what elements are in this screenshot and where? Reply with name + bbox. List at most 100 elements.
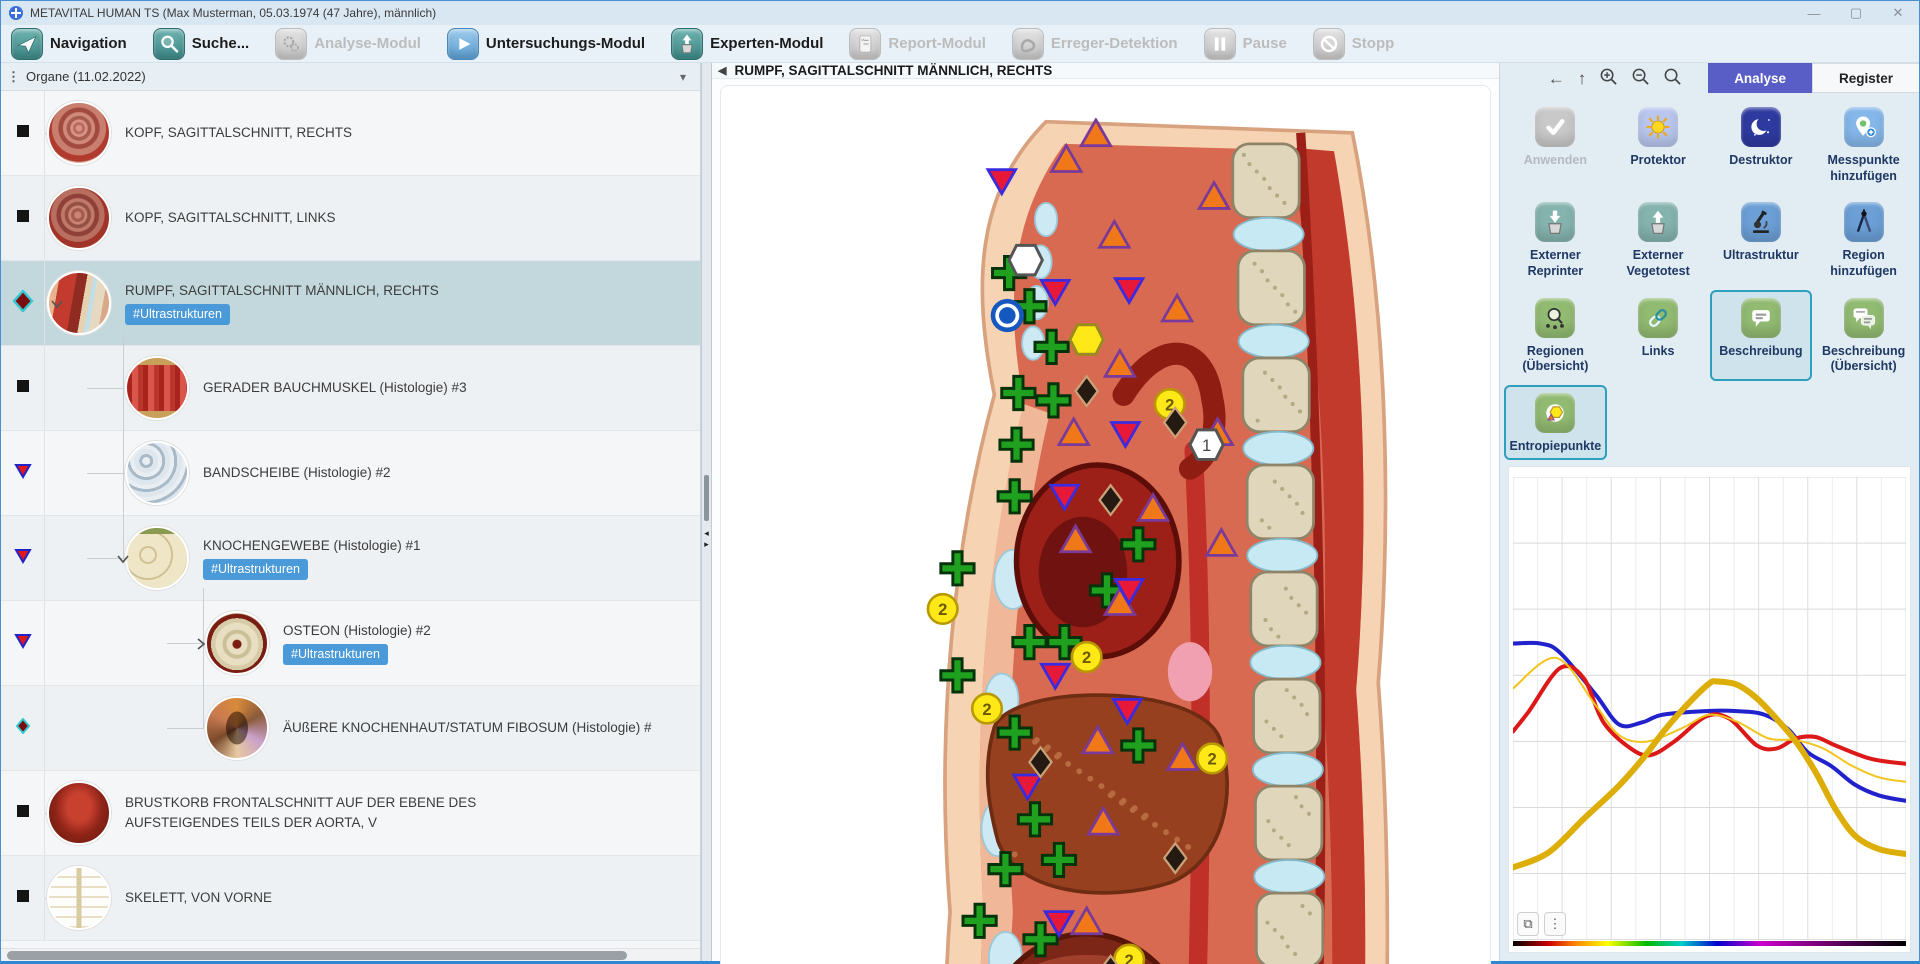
- toolbar-item-untersuchungs-modul[interactable]: Untersuchungs-Modul: [447, 28, 645, 60]
- anatomy-illustration[interactable]: 2222222211: [736, 118, 1474, 964]
- marker-square-icon: [16, 889, 30, 908]
- tree-row[interactable]: BANDSCHEIBE (Histologie) #2: [1, 431, 700, 516]
- close-button[interactable]: ✕: [1877, 1, 1919, 25]
- button-regionen-übersicht-[interactable]: Regionen (Übersicht): [1504, 290, 1607, 381]
- button-label: Beschreibung: [1719, 344, 1802, 360]
- row-marker-cell: [1, 261, 45, 345]
- expander-collapse-icon[interactable]: [115, 551, 131, 572]
- maximize-button[interactable]: ▢: [1835, 1, 1877, 25]
- button-externer-vegetotest[interactable]: Externer Vegetotest: [1607, 194, 1710, 285]
- button-entropiepunkte[interactable]: Entropiepunkte: [1504, 385, 1607, 461]
- anatomy-view-title: RUMPF, SAGITTALSCHNITT MÄNNLICH, RECHTS: [734, 63, 1052, 78]
- button-links[interactable]: Links: [1607, 290, 1710, 381]
- row-marker-cell: [1, 91, 45, 175]
- tree-row[interactable]: SKELETT, VON VORNE: [1, 856, 700, 941]
- tree-row[interactable]: KOPF, SAGITTALSCHNITT, RECHTS: [1, 91, 700, 176]
- marker-target[interactable]: [991, 298, 1024, 331]
- button-beschreibung[interactable]: Beschreibung: [1710, 290, 1813, 381]
- splitter-grip[interactable]: [704, 475, 709, 521]
- button-label: Messpunkte hinzufügen: [1816, 153, 1911, 184]
- marker-hex1[interactable]: 1: [1190, 429, 1223, 459]
- button-beschreibung-übersicht-[interactable]: Beschreibung (Übersicht): [1812, 290, 1915, 381]
- title-bar: METAVITAL HUMAN TS (Max Musterman, 05.03…: [1, 1, 1919, 25]
- drag-handle-icon[interactable]: ⋮: [7, 69, 18, 85]
- organ-thumbnail-perio: [205, 696, 269, 760]
- button-label: Destruktor: [1729, 153, 1792, 169]
- zoom-out-icon[interactable]: [1631, 67, 1650, 89]
- button-region-hinzufügen[interactable]: Region hinzufügen: [1812, 194, 1915, 285]
- toolbar-label: Suche...: [192, 35, 250, 52]
- minimize-button[interactable]: —: [1793, 1, 1835, 25]
- horizontal-scrollbar[interactable]: [1, 948, 700, 961]
- organ-name: RUMPF, SAGITTALSCHNITT MÄNNLICH, RECHTS: [125, 281, 439, 301]
- collapse-left-icon[interactable]: ◂: [704, 529, 709, 538]
- tree-row-label: ÄUßERE KNOCHENHAUT/STATUM FIBOSUM (Histo…: [283, 718, 652, 738]
- marker-circ2[interactable]: 2: [928, 594, 958, 624]
- tab-analyse[interactable]: Analyse: [1708, 63, 1812, 93]
- toolbar-item-experten-modul[interactable]: Experten-Modul: [671, 28, 823, 60]
- organ-thumbnail-brain2: [47, 186, 111, 250]
- button-label: Protektor: [1630, 153, 1686, 169]
- tree-row[interactable]: RUMPF, SAGITTALSCHNITT MÄNNLICH, RECHTS #…: [1, 261, 700, 346]
- toolbar-item-suche[interactable]: Suche...: [153, 28, 250, 60]
- organ-thumbnail-bone: [125, 526, 189, 590]
- button-label: Externer Reprinter: [1508, 248, 1603, 279]
- collapse-header-icon[interactable]: ◀: [718, 64, 726, 77]
- button-ultrastruktur[interactable]: Ultrastruktur: [1710, 194, 1813, 285]
- toolbar-label: Untersuchungs-Modul: [486, 35, 645, 52]
- tree-row[interactable]: ÄUßERE KNOCHENHAUT/STATUM FIBOSUM (Histo…: [1, 686, 700, 771]
- speech-bubbles-icon: [1844, 298, 1884, 338]
- marker-hexw[interactable]: [1010, 245, 1043, 275]
- chart-export-button[interactable]: ⧉: [1517, 912, 1539, 936]
- panel-splitter[interactable]: ◂ ▸: [701, 63, 712, 961]
- organ-name: BRUSTKORB FRONTALSCHNITT AUF DER EBENE D…: [125, 793, 555, 832]
- stop-icon: [1313, 28, 1345, 60]
- marker-hexy[interactable]: [1070, 324, 1103, 354]
- toolbar-label: Stopp: [1352, 35, 1395, 52]
- tree-row[interactable]: KOPF, SAGITTALSCHNITT, LINKS: [1, 176, 700, 261]
- button-anwenden[interactable]: Anwenden: [1504, 99, 1607, 190]
- microscope-icon: [1741, 202, 1781, 242]
- app-logo-icon: [9, 6, 23, 20]
- expander-expand-icon[interactable]: [193, 636, 209, 657]
- up-arrow-icon[interactable]: ↑: [1578, 70, 1587, 87]
- organ-name: OSTEON (Histologie) #2: [283, 621, 431, 641]
- button-externer-reprinter[interactable]: Externer Reprinter: [1504, 194, 1607, 285]
- row-marker-cell: [1, 516, 45, 600]
- tab-register[interactable]: Register: [1812, 63, 1919, 93]
- zoom-in-icon[interactable]: [1599, 67, 1618, 89]
- organ-thumbnail-disc: [125, 441, 189, 505]
- search-icon[interactable]: [1663, 67, 1682, 89]
- marker-circ2[interactable]: 2: [1115, 944, 1145, 964]
- toolbar-label: Experten-Modul: [710, 35, 823, 52]
- organ-tree: KOPF, SAGITTALSCHNITT, RECHTS KOPF, SAGIT…: [1, 91, 700, 948]
- organ-name: GERADER BAUCHMUSKEL (Histologie) #3: [203, 378, 467, 398]
- back-arrow-icon[interactable]: ←: [1548, 70, 1565, 87]
- tree-row[interactable]: BRUSTKORB FRONTALSCHNITT AUF DER EBENE D…: [1, 771, 700, 856]
- tree-row[interactable]: OSTEON (Histologie) #2 #Ultrastrukturen: [1, 601, 700, 686]
- tree-row-label: OSTEON (Histologie) #2 #Ultrastrukturen: [283, 621, 431, 665]
- chevron-down-icon[interactable]: ▾: [680, 70, 686, 84]
- marker-circ2[interactable]: 2: [1072, 642, 1102, 672]
- marker-circ2[interactable]: 2: [973, 693, 1003, 723]
- ultrastructure-tag[interactable]: #Ultrastrukturen: [125, 304, 230, 325]
- organ-icon: [1012, 28, 1044, 60]
- collapse-right-icon[interactable]: ▸: [704, 540, 709, 549]
- button-messpunkte-hinzufügen[interactable]: Messpunkte hinzufügen: [1812, 99, 1915, 190]
- tab-bar: Analyse Register: [1708, 63, 1919, 93]
- marker-circ2[interactable]: 2: [1198, 743, 1228, 773]
- toolbar-item-navigation[interactable]: Navigation: [11, 28, 127, 60]
- tree-row[interactable]: GERADER BAUCHMUSKEL (Histologie) #3: [1, 346, 700, 431]
- marker-tridown-icon: [13, 462, 33, 485]
- ultrastructure-tag[interactable]: #Ultrastrukturen: [203, 559, 308, 580]
- ultrastructure-tag[interactable]: #Ultrastrukturen: [283, 644, 388, 665]
- anatomy-canvas[interactable]: 2222222211: [720, 85, 1491, 964]
- scrollbar-thumb[interactable]: [7, 951, 627, 960]
- button-destruktor[interactable]: Destruktor: [1710, 99, 1813, 190]
- expander-collapse-icon[interactable]: [49, 296, 65, 317]
- tree-row-label: KOPF, SAGITTALSCHNITT, LINKS: [125, 208, 336, 228]
- button-protektor[interactable]: Protektor: [1607, 99, 1710, 190]
- tree-row[interactable]: KNOCHENGEWEBE (Histologie) #1#Ultrastruk…: [1, 516, 700, 601]
- chart-menu-button[interactable]: ⋮: [1544, 912, 1566, 936]
- row-marker-cell: [1, 771, 45, 855]
